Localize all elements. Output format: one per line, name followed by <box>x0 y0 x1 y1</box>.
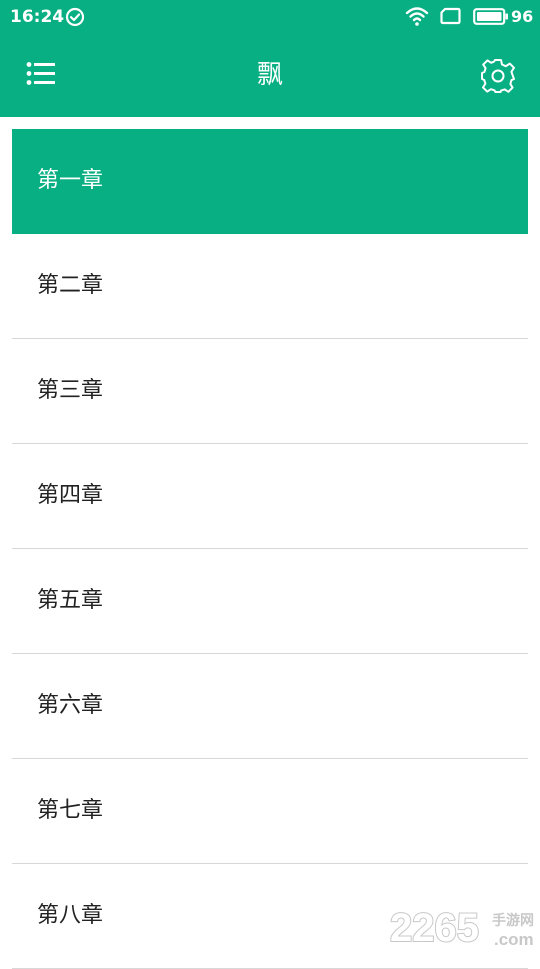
chapter-item[interactable]: 第六章 <box>12 654 528 759</box>
battery-icon <box>473 8 508 25</box>
chapter-label: 第六章 <box>37 693 104 718</box>
page-title: 飘 <box>256 60 283 90</box>
list-menu-icon <box>26 62 55 85</box>
chapter-item[interactable]: 第一章 <box>12 129 528 234</box>
chapter-item[interactable]: 第七章 <box>12 759 528 864</box>
chapter-label: 第二章 <box>37 273 104 298</box>
chapter-label: 第四章 <box>37 483 104 508</box>
status-time: 16:24 <box>10 7 65 27</box>
chapter-label: 第七章 <box>37 798 104 823</box>
chapter-list: 第一章第二章第三章第四章第五章第六章第七章第八章 <box>12 129 528 969</box>
chapter-label: 第三章 <box>37 378 104 403</box>
watermark-logo: 2265 手游网 .com <box>389 905 534 951</box>
battery-level: 96 <box>511 7 534 26</box>
status-bar: 16:24 96 <box>0 0 540 34</box>
watermark-number: 2265 <box>390 906 479 950</box>
watermark-suffix: 手游网 <box>492 912 534 929</box>
wifi-icon <box>405 7 429 26</box>
app-header: 16:24 96 飘 <box>0 0 540 117</box>
menu-button[interactable] <box>16 50 64 98</box>
chapter-label: 第五章 <box>37 588 104 613</box>
settings-button[interactable] <box>474 52 522 100</box>
watermark-domain: .com <box>494 930 534 949</box>
chapter-item[interactable]: 第四章 <box>12 444 528 549</box>
chapter-item[interactable]: 第三章 <box>12 339 528 444</box>
chapter-item[interactable]: 第二章 <box>12 234 528 339</box>
gear-icon <box>481 59 515 93</box>
check-circle-icon <box>65 7 85 27</box>
chapter-label: 第八章 <box>37 903 104 928</box>
chapter-item[interactable]: 第五章 <box>12 549 528 654</box>
sim-icon <box>440 7 461 25</box>
chapter-label: 第一章 <box>37 168 104 193</box>
